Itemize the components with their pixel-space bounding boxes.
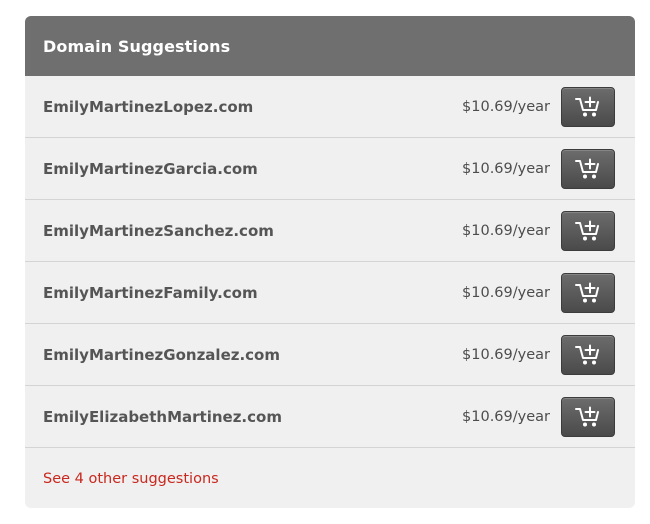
add-to-cart-button[interactable] — [561, 396, 615, 437]
add-to-cart-icon — [575, 406, 599, 426]
domain-name: EmilyMartinezFamily.com — [43, 283, 258, 302]
suggestion-row: EmilyMartinezLopez.com $10.69/year — [25, 76, 635, 138]
suggestion-list: EmilyMartinezLopez.com $10.69/year Emily… — [25, 76, 635, 448]
suggestion-row: EmilyMartinezSanchez.com $10.69/year — [25, 200, 635, 262]
add-to-cart-icon — [575, 220, 599, 240]
add-to-cart-icon — [575, 344, 599, 364]
domain-name: EmilyMartinezSanchez.com — [43, 221, 274, 240]
see-other-suggestions-link[interactable]: See 4 other suggestions — [43, 471, 219, 487]
domain-name: EmilyElizabethMartinez.com — [43, 407, 282, 426]
domain-suggestions-panel: Domain Suggestions EmilyMartinezLopez.co… — [25, 16, 635, 508]
add-to-cart-button[interactable] — [561, 334, 615, 375]
suggestion-row: EmilyMartinezGonzalez.com $10.69/year — [25, 324, 635, 386]
domain-price: $10.69/year — [462, 98, 550, 115]
domain-price: $10.69/year — [462, 160, 550, 177]
suggestion-row: EmilyMartinezFamily.com $10.69/year — [25, 262, 635, 324]
add-to-cart-button[interactable] — [561, 272, 615, 313]
panel-header: Domain Suggestions — [25, 16, 635, 76]
domain-price: $10.69/year — [462, 284, 550, 301]
panel-title: Domain Suggestions — [43, 36, 231, 56]
suggestion-row: EmilyElizabethMartinez.com $10.69/year — [25, 386, 635, 448]
add-to-cart-icon — [575, 96, 599, 116]
domain-price: $10.69/year — [462, 346, 550, 363]
panel-footer: See 4 other suggestions — [25, 448, 635, 508]
domain-price: $10.69/year — [462, 408, 550, 425]
add-to-cart-icon — [575, 282, 599, 302]
add-to-cart-button[interactable] — [561, 210, 615, 251]
domain-name: EmilyMartinezGarcia.com — [43, 159, 258, 178]
suggestion-row: EmilyMartinezGarcia.com $10.69/year — [25, 138, 635, 200]
domain-name: EmilyMartinezLopez.com — [43, 97, 254, 116]
add-to-cart-button[interactable] — [561, 86, 615, 127]
domain-name: EmilyMartinezGonzalez.com — [43, 345, 280, 364]
add-to-cart-button[interactable] — [561, 148, 615, 189]
domain-price: $10.69/year — [462, 222, 550, 239]
add-to-cart-icon — [575, 158, 599, 178]
